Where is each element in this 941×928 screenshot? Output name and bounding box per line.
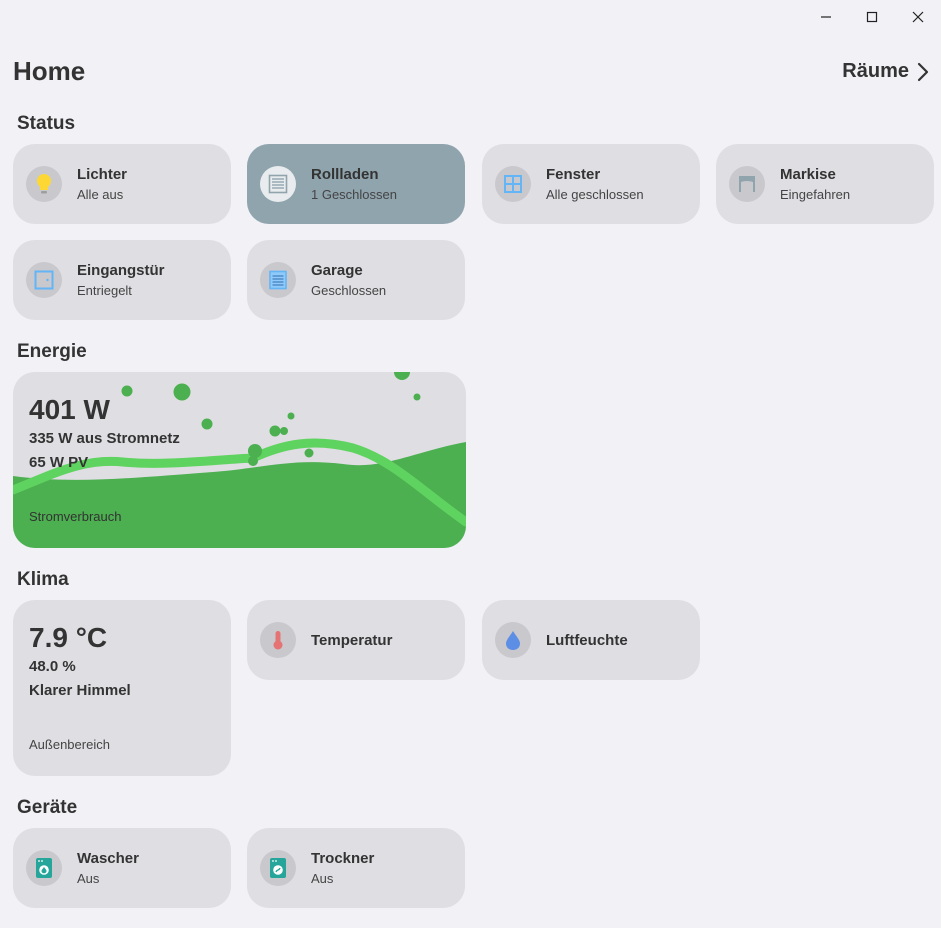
- energy-caption: Stromverbrauch: [29, 509, 122, 524]
- rooms-link[interactable]: Räume: [842, 60, 929, 83]
- maximize-button[interactable]: [849, 0, 895, 34]
- section-title-status: Status: [17, 113, 76, 134]
- rooms-link-label: Räume: [842, 60, 909, 82]
- tile-title: Luftfeuchte: [546, 631, 628, 649]
- tile-washer[interactable]: Wascher Aus: [13, 828, 231, 908]
- awning-icon: [729, 166, 765, 202]
- climate-caption: Außenbereich: [29, 737, 110, 752]
- tile-temperature[interactable]: Temperatur: [247, 600, 465, 680]
- chevron-right-icon: [917, 62, 929, 81]
- garage-icon: [260, 262, 296, 298]
- washer-icon: [26, 850, 62, 886]
- tile-title: Temperatur: [311, 631, 393, 649]
- tile-title: Trockner: [311, 850, 375, 867]
- tile-title: Garage: [311, 262, 363, 279]
- energy-pv: 65 W PV: [29, 454, 89, 471]
- tile-shutters[interactable]: Rollladen 1 Geschlossen: [247, 144, 465, 224]
- section-title-energy: Energie: [17, 341, 87, 362]
- thermometer-icon: [260, 622, 296, 658]
- tile-front-door[interactable]: Eingangstür Entriegelt: [13, 240, 231, 320]
- energy-total: 401 W: [29, 394, 110, 425]
- tile-subtitle: Alle aus: [77, 187, 124, 202]
- tile-windows[interactable]: Fenster Alle geschlossen: [482, 144, 700, 224]
- window-icon: [495, 166, 531, 202]
- door-icon: [26, 262, 62, 298]
- minimize-icon: [821, 16, 831, 18]
- window-controls: [803, 0, 941, 34]
- tile-subtitle: Alle geschlossen: [546, 187, 644, 202]
- tile-title: Fenster: [546, 166, 601, 183]
- lightbulb-icon: [26, 166, 62, 202]
- tile-humidity[interactable]: Luftfeuchte: [482, 600, 700, 680]
- tile-garage[interactable]: Garage Geschlossen: [247, 240, 465, 320]
- tile-subtitle: 1 Geschlossen: [311, 187, 397, 202]
- minimize-button[interactable]: [803, 0, 849, 34]
- tile-title: Wascher: [77, 850, 139, 867]
- climate-card[interactable]: 7.9 °C 48.0 % Klarer Himmel Außenbereich: [13, 600, 231, 776]
- energy-grid: 335 W aus Stromnetz: [29, 430, 180, 447]
- tile-subtitle: Eingefahren: [780, 187, 851, 202]
- tile-subtitle: Aus: [77, 871, 100, 886]
- page-title: Home: [13, 56, 86, 86]
- section-title-devices: Geräte: [17, 797, 78, 818]
- maximize-icon: [866, 11, 878, 23]
- tile-dryer[interactable]: Trockner Aus: [247, 828, 465, 908]
- outdoor-humidity: 48.0 %: [29, 658, 76, 675]
- outdoor-temperature: 7.9 °C: [29, 622, 108, 653]
- weather-condition: Klarer Himmel: [29, 682, 131, 699]
- tile-awning[interactable]: Markise Eingefahren: [716, 144, 934, 224]
- energy-card[interactable]: 401 W 335 W aus Stromnetz 65 W PV Stromv…: [13, 372, 466, 548]
- section-title-climate: Klima: [17, 569, 69, 590]
- tile-subtitle: Geschlossen: [311, 283, 387, 298]
- tile-title: Lichter: [77, 166, 128, 183]
- tile-lights[interactable]: Lichter Alle aus: [13, 144, 231, 224]
- shutter-icon: [260, 166, 296, 202]
- dryer-icon: [260, 850, 296, 886]
- close-button[interactable]: [895, 0, 941, 34]
- tile-subtitle: Aus: [311, 871, 334, 886]
- close-icon: [912, 11, 924, 23]
- tile-title: Rollladen: [311, 166, 379, 183]
- tile-subtitle: Entriegelt: [77, 283, 132, 298]
- tile-title: Markise: [780, 166, 836, 183]
- water-drop-icon: [495, 622, 531, 658]
- tile-title: Eingangstür: [77, 262, 165, 279]
